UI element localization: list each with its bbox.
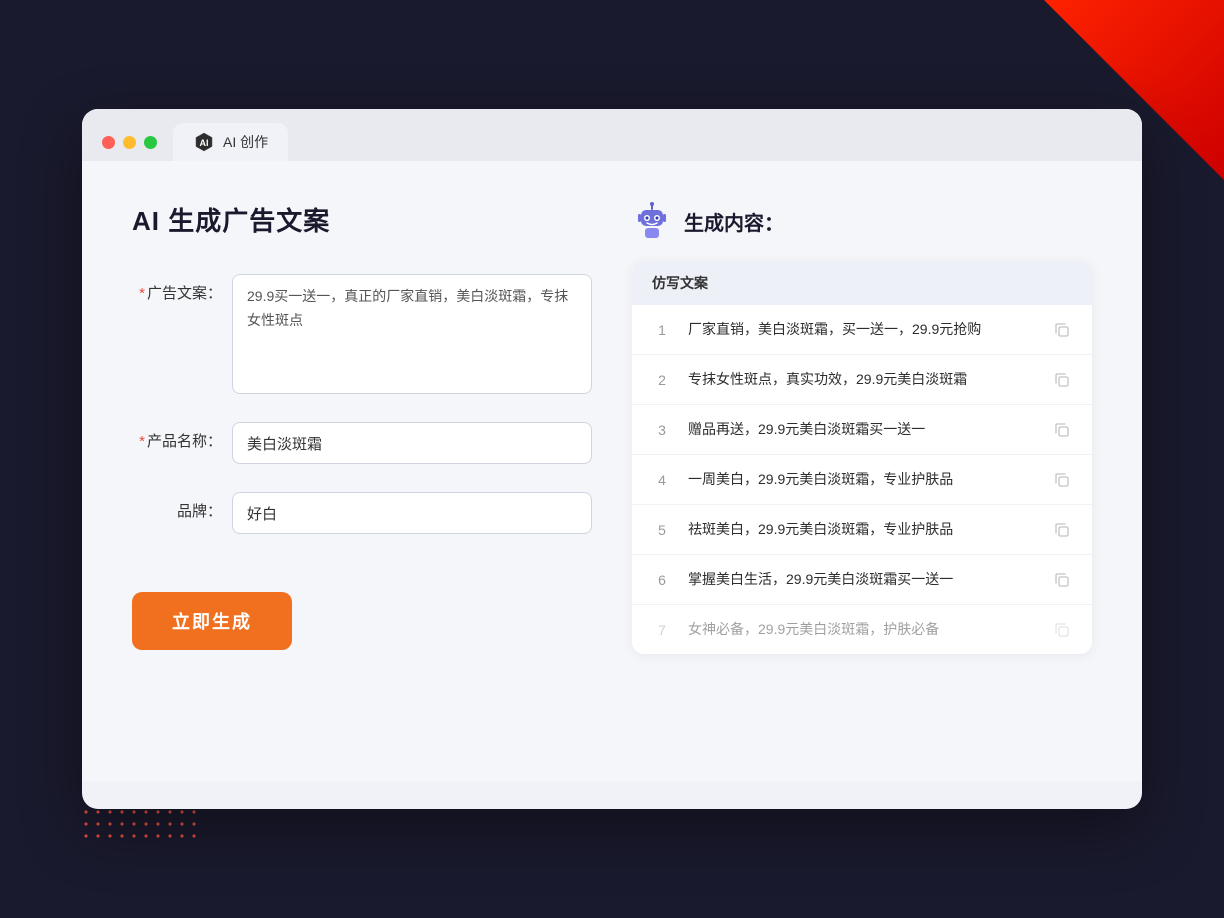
- robot-icon: [632, 201, 672, 241]
- result-number: 7: [652, 622, 672, 638]
- copy-icon[interactable]: [1052, 420, 1072, 440]
- result-number: 3: [652, 422, 672, 438]
- svg-text:AI: AI: [200, 138, 209, 148]
- ad-copy-label: *广告文案：: [132, 274, 222, 303]
- browser-tab[interactable]: AI AI 创作: [173, 123, 288, 161]
- copy-icon[interactable]: [1052, 570, 1072, 590]
- close-button[interactable]: [102, 136, 115, 149]
- result-item: 4 一周美白，29.9元美白淡斑霜，专业护肤品: [632, 455, 1092, 505]
- generate-button[interactable]: 立即生成: [132, 592, 292, 650]
- product-name-row: *产品名称：: [132, 422, 592, 464]
- result-number: 2: [652, 372, 672, 388]
- traffic-lights: [102, 136, 157, 149]
- result-text: 掌握美白生活，29.9元美白淡斑霜买一送一: [688, 569, 1036, 590]
- result-text: 女神必备，29.9元美白淡斑霜，护肤必备: [688, 619, 1036, 640]
- minimize-button[interactable]: [123, 136, 136, 149]
- results-column-header: 仿写文案: [632, 261, 1092, 305]
- browser-window: AI AI 创作 AI 生成广告文案 *广告文案： 29.9买一送一，真正的厂家…: [82, 109, 1142, 809]
- maximize-button[interactable]: [144, 136, 157, 149]
- results-container: 仿写文案 1 厂家直销，美白淡斑霜，买一送一，29.9元抢购 2 专抹女性斑点，…: [632, 261, 1092, 654]
- brand-label: 品牌：: [132, 492, 222, 521]
- result-number: 4: [652, 472, 672, 488]
- copy-icon[interactable]: [1052, 370, 1072, 390]
- copy-icon[interactable]: [1052, 520, 1072, 540]
- browser-chrome: AI AI 创作: [82, 109, 1142, 161]
- result-text: 专抹女性斑点，真实功效，29.9元美白淡斑霜: [688, 369, 1036, 390]
- results-list: 1 厂家直销，美白淡斑霜，买一送一，29.9元抢购 2 专抹女性斑点，真实功效，…: [632, 305, 1092, 654]
- copy-icon[interactable]: [1052, 470, 1072, 490]
- left-panel: AI 生成广告文案 *广告文案： 29.9买一送一，真正的厂家直销，美白淡斑霜，…: [132, 201, 592, 741]
- result-item: 3 赠品再送，29.9元美白淡斑霜买一送一: [632, 405, 1092, 455]
- product-label: *产品名称：: [132, 422, 222, 451]
- required-star-1: *: [139, 285, 145, 302]
- result-item: 1 厂家直销，美白淡斑霜，买一送一，29.9元抢购: [632, 305, 1092, 355]
- result-item: 5 祛斑美白，29.9元美白淡斑霜，专业护肤品: [632, 505, 1092, 555]
- result-item: 6 掌握美白生活，29.9元美白淡斑霜买一送一: [632, 555, 1092, 605]
- result-text: 厂家直销，美白淡斑霜，买一送一，29.9元抢购: [688, 319, 1036, 340]
- result-text: 一周美白，29.9元美白淡斑霜，专业护肤品: [688, 469, 1036, 490]
- product-input[interactable]: [232, 422, 592, 464]
- result-item: 2 专抹女性斑点，真实功效，29.9元美白淡斑霜: [632, 355, 1092, 405]
- result-number: 5: [652, 522, 672, 538]
- results-header-row: 生成内容：: [632, 201, 1092, 241]
- brand-row: 品牌：: [132, 492, 592, 534]
- tab-label: AI 创作: [223, 132, 268, 152]
- result-item: 7 女神必备，29.9元美白淡斑霜，护肤必备: [632, 605, 1092, 654]
- brand-input[interactable]: [232, 492, 592, 534]
- results-title: 生成内容：: [684, 207, 784, 236]
- result-number: 6: [652, 572, 672, 588]
- ai-icon: AI: [193, 131, 215, 153]
- right-panel: 生成内容： 仿写文案 1 厂家直销，美白淡斑霜，买一送一，29.9元抢购 2 专…: [632, 201, 1092, 741]
- copy-icon[interactable]: [1052, 620, 1072, 640]
- page-title: AI 生成广告文案: [132, 201, 592, 238]
- result-number: 1: [652, 322, 672, 338]
- copy-icon[interactable]: [1052, 320, 1072, 340]
- browser-content: AI 生成广告文案 *广告文案： 29.9买一送一，真正的厂家直销，美白淡斑霜，…: [82, 161, 1142, 781]
- required-star-2: *: [139, 433, 145, 450]
- result-text: 赠品再送，29.9元美白淡斑霜买一送一: [688, 419, 1036, 440]
- ad-copy-row: *广告文案： 29.9买一送一，真正的厂家直销，美白淡斑霜，专抹女性斑点: [132, 274, 592, 394]
- result-text: 祛斑美白，29.9元美白淡斑霜，专业护肤品: [688, 519, 1036, 540]
- ad-copy-textarea[interactable]: 29.9买一送一，真正的厂家直销，美白淡斑霜，专抹女性斑点: [232, 274, 592, 394]
